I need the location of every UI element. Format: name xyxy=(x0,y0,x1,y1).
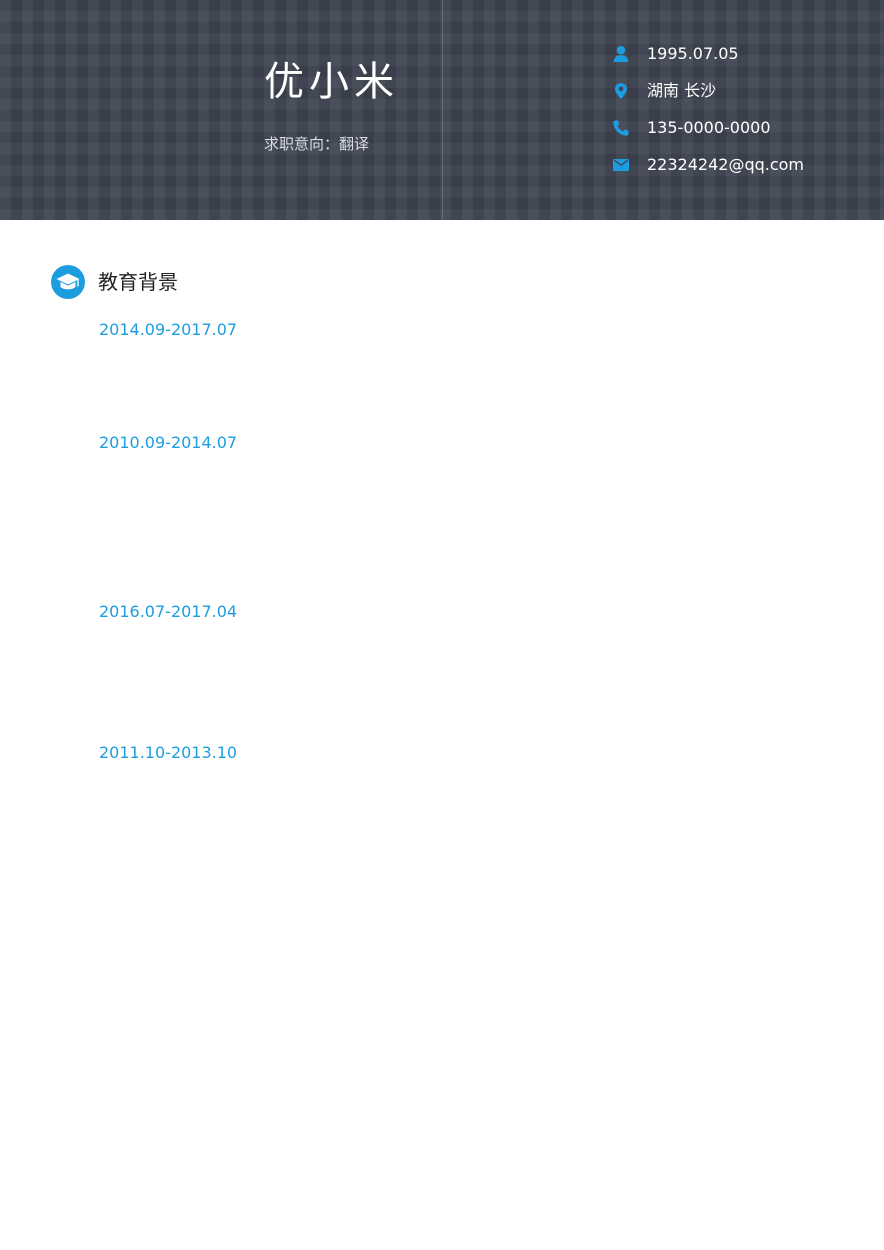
birthday-value: 1995.07.05 xyxy=(647,44,739,63)
contact-birthday: 1995.07.05 xyxy=(612,42,852,66)
email-value: 22324242@qq.com xyxy=(647,155,805,174)
contact-location: 湖南 长沙 xyxy=(612,79,852,103)
education-entry-date: 2011.10-2013.10 xyxy=(99,743,238,762)
location-pin-icon xyxy=(615,83,627,99)
location-value: 湖南 长沙 xyxy=(647,81,717,100)
person-icon xyxy=(613,46,629,62)
contact-email: 22324242@qq.com xyxy=(612,153,852,177)
contact-phone: 135-0000-0000 xyxy=(612,116,852,140)
resume-header: 优小米 求职意向：翻译 1995.07.05 湖南 长沙 135-0000-00… xyxy=(0,0,884,220)
phone-value: 135-0000-0000 xyxy=(647,118,771,137)
email-icon xyxy=(613,159,629,171)
education-title: 教育背景 xyxy=(98,270,178,294)
header-divider xyxy=(442,0,443,220)
education-entry-date: 2014.09-2017.07 xyxy=(99,320,238,339)
candidate-name: 优小米 xyxy=(264,59,399,105)
job-objective: 求职意向：翻译 xyxy=(264,135,370,153)
education-entry-date: 2016.07-2017.04 xyxy=(99,602,238,621)
phone-icon xyxy=(613,120,629,136)
education-entry-date: 2010.09-2014.07 xyxy=(99,433,238,452)
education-heading: 教育背景 xyxy=(50,264,830,300)
graduation-cap-icon xyxy=(51,265,85,299)
